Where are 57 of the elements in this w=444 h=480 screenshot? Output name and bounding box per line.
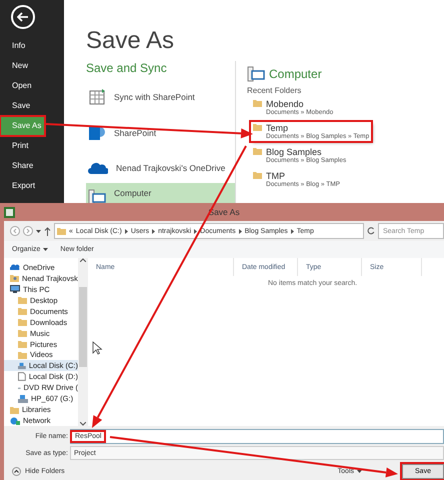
computer-icon	[88, 189, 106, 203]
folder-name: Blog Samples	[266, 147, 323, 157]
nav-item[interactable]: Export	[0, 176, 64, 196]
place-item[interactable]: Nenad Trajkovski's OneDrive	[86, 153, 235, 183]
pointer-icon	[92, 341, 102, 354]
caret-icon	[36, 230, 41, 232]
section-heading: Computer	[269, 67, 322, 81]
scrollbar[interactable]	[78, 258, 88, 426]
back-arrow-icon	[17, 12, 29, 22]
folder-name: Mobendo	[266, 99, 305, 109]
recent-folders-label: Recent Folders	[247, 86, 302, 95]
back-button[interactable]	[11, 5, 35, 29]
app-icon	[4, 206, 15, 218]
place-item[interactable]: Computer	[86, 183, 235, 203]
nav-item[interactable]: New	[0, 56, 64, 76]
page-title: Save As	[86, 27, 176, 55]
collapse-icon[interactable]	[12, 466, 21, 476]
folder-icon	[253, 99, 262, 107]
refresh-icon[interactable]	[367, 227, 375, 235]
chevron-icon	[152, 228, 156, 234]
caret-icon	[43, 248, 48, 251]
folder-icon	[10, 406, 19, 414]
chevron-icon	[290, 228, 294, 234]
chevron-icon	[238, 228, 242, 234]
nav-item[interactable]: Save	[0, 96, 64, 116]
scroll-up-icon[interactable]	[80, 258, 86, 262]
table-sync-icon	[88, 88, 106, 106]
chevron-icon	[124, 228, 128, 234]
scroll-down-icon[interactable]	[80, 422, 86, 426]
place-item[interactable]: Sync with SharePoint	[86, 81, 235, 113]
nav-item[interactable]: Save As	[0, 116, 45, 136]
drive-icon	[18, 394, 28, 403]
up-arrow-icon[interactable]	[44, 226, 51, 236]
place-item[interactable]: SharePoint	[86, 113, 235, 153]
network-icon	[10, 416, 20, 425]
folder-icon	[253, 123, 262, 131]
sharepoint-icon	[88, 124, 106, 142]
caret-icon	[357, 470, 362, 472]
nav-item[interactable]: Info	[0, 36, 64, 56]
folder-icon	[57, 227, 66, 235]
nav-item[interactable]: Share	[0, 156, 64, 176]
drive-icon	[18, 372, 26, 382]
computer-icon	[247, 66, 265, 82]
section-heading: Save and Sync	[86, 61, 168, 75]
nav-item[interactable]: Open	[0, 76, 64, 96]
folder-name: TMP	[266, 171, 286, 181]
computer-icon	[10, 285, 20, 294]
cloud-icon	[88, 162, 108, 174]
scroll-thumb[interactable]	[79, 287, 87, 367]
user-folder-icon	[10, 274, 19, 282]
nav-item[interactable]: Print	[0, 136, 64, 156]
folder-icon	[253, 147, 262, 155]
chevron-icon	[194, 228, 198, 234]
cloud-icon	[10, 264, 20, 270]
folder-name: Temp	[266, 123, 290, 133]
drive-icon	[18, 362, 26, 370]
folder-icon	[253, 171, 262, 179]
